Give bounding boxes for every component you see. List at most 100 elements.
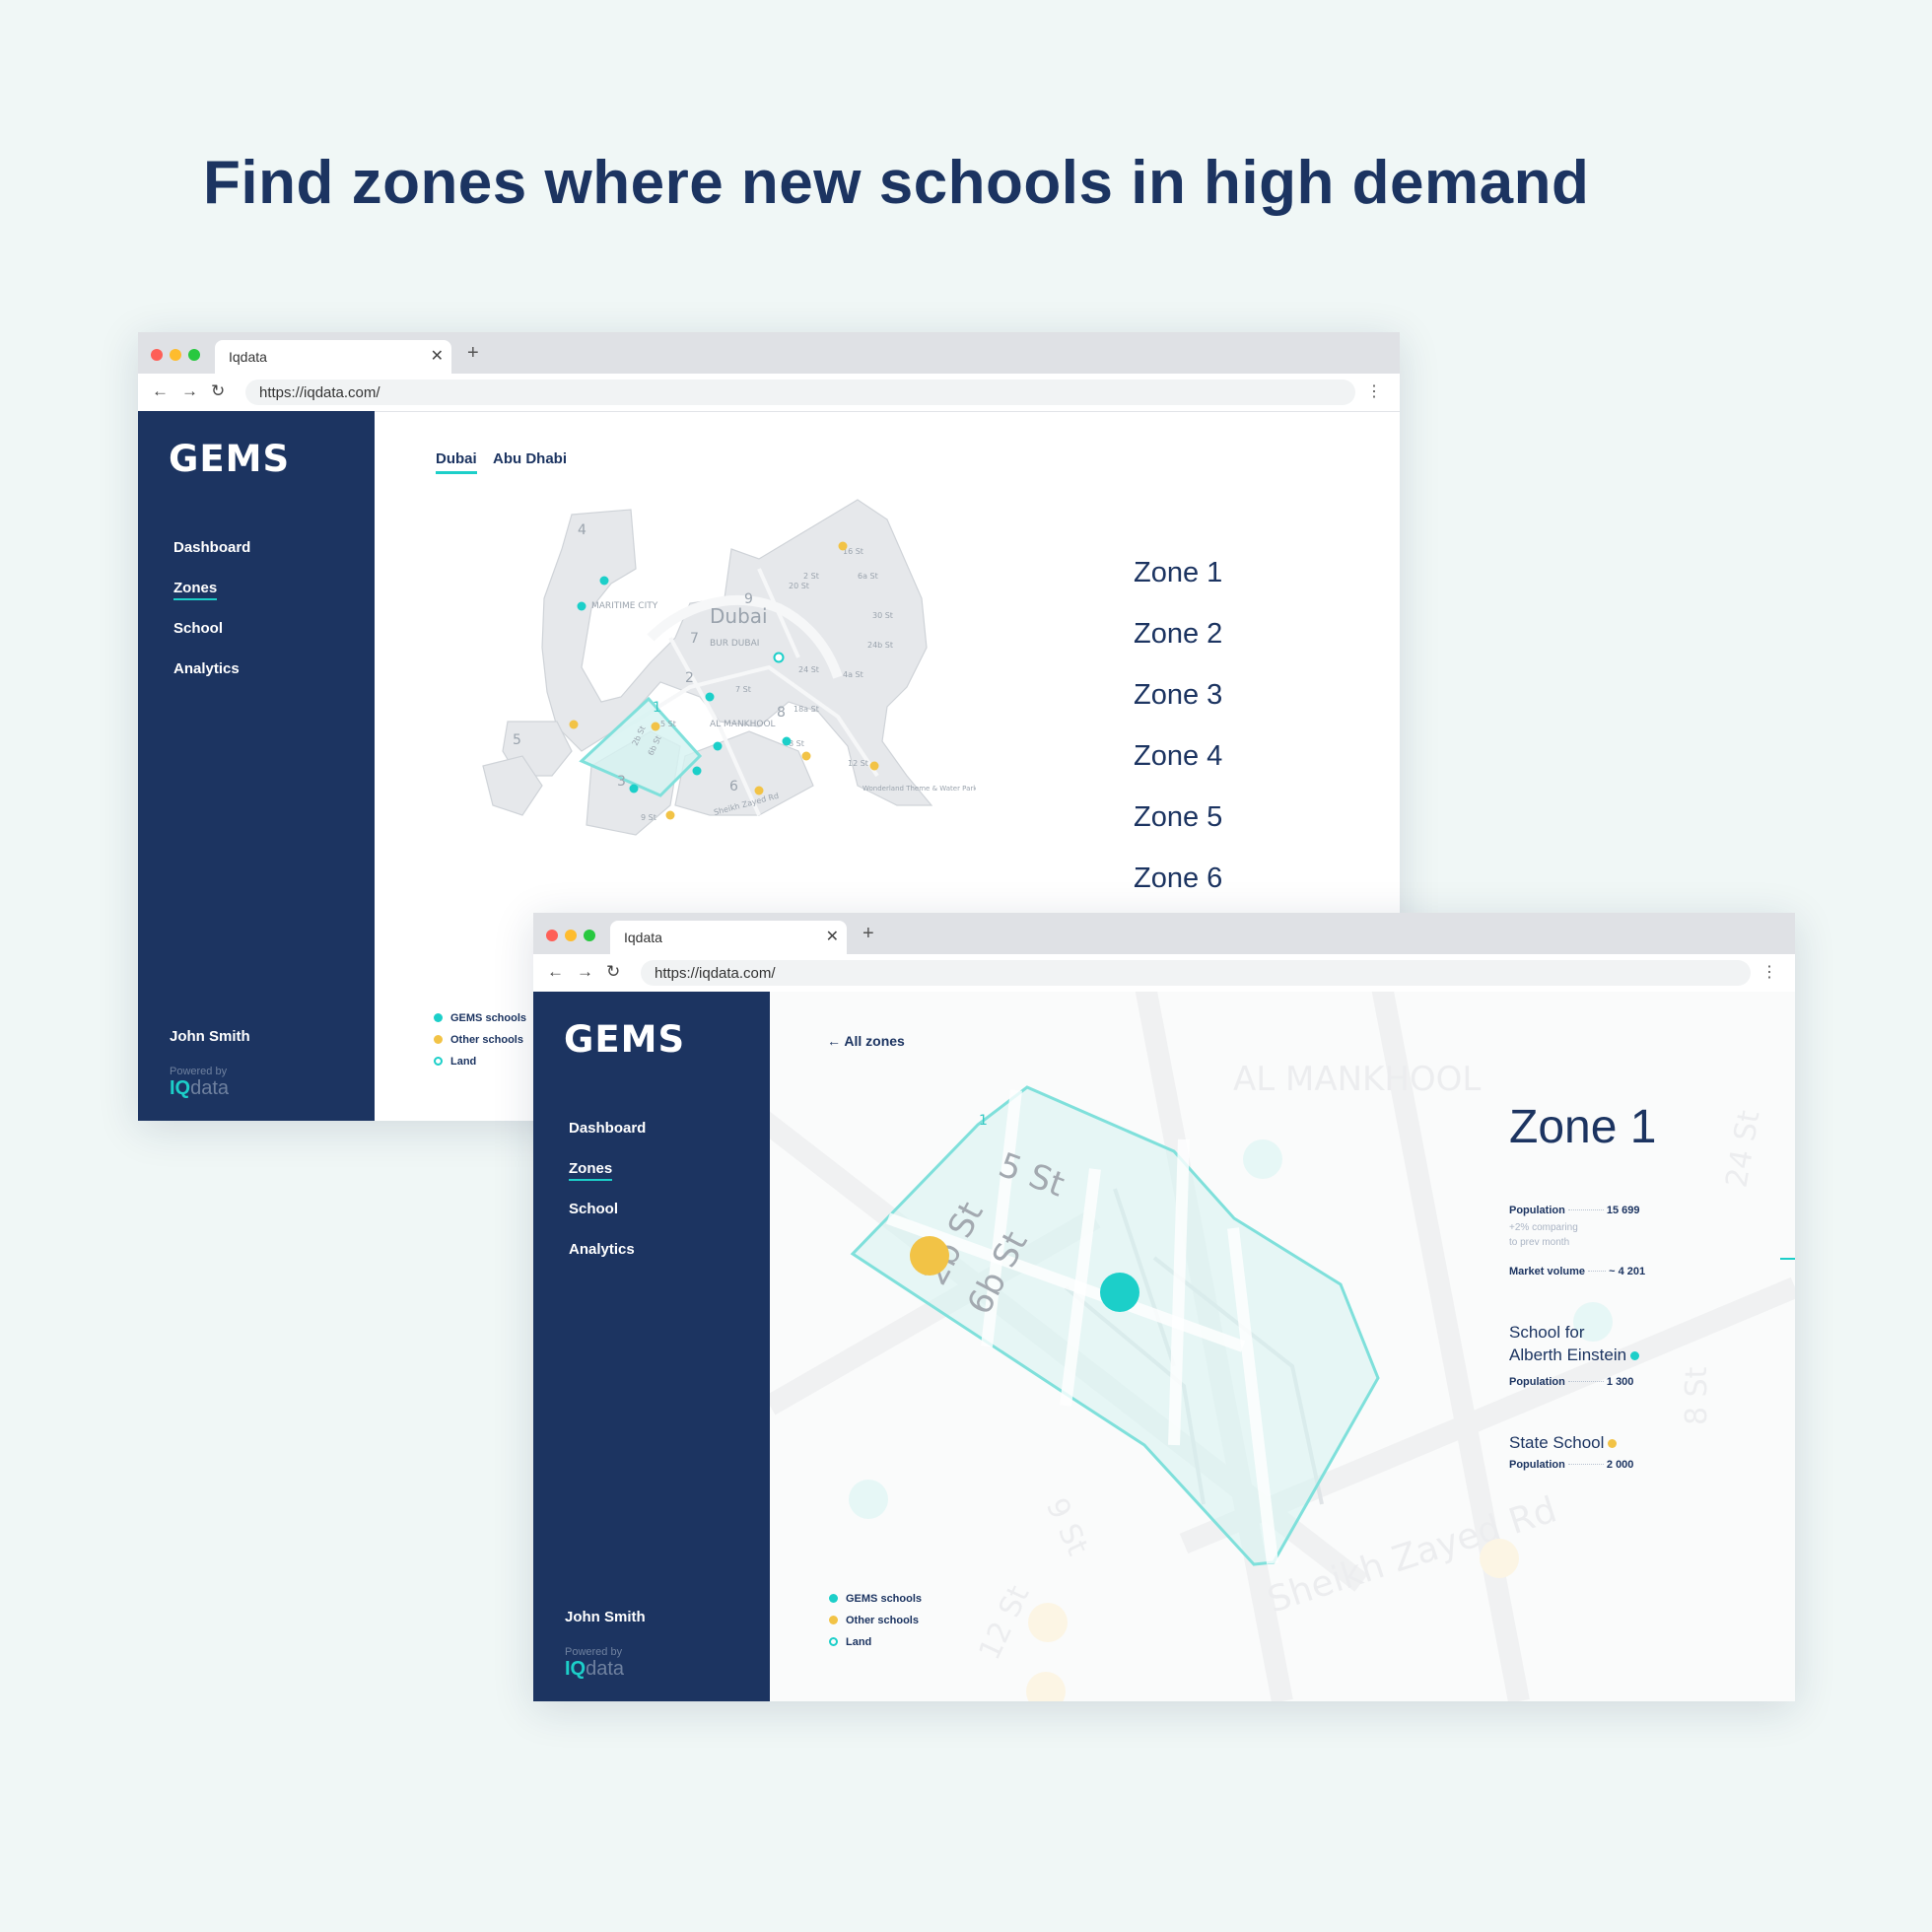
close-icon[interactable]: ✕ bbox=[826, 927, 839, 946]
close-window-dot[interactable] bbox=[151, 349, 163, 361]
other-school-marker[interactable] bbox=[801, 751, 811, 761]
legend-label: GEMS schools bbox=[450, 1012, 527, 1024]
map-street-label: 9 St bbox=[641, 813, 656, 822]
other-dot-icon bbox=[1608, 1439, 1618, 1448]
map-street-label: 6a St bbox=[858, 572, 878, 581]
map-street-label: 4a St bbox=[843, 670, 863, 679]
other-school-marker[interactable] bbox=[569, 720, 579, 729]
nav-zones[interactable]: Zones bbox=[569, 1160, 613, 1181]
map-street-label: 7 St bbox=[735, 685, 751, 694]
school-state-name[interactable]: State School bbox=[1509, 1431, 1618, 1454]
leader-line bbox=[1567, 1464, 1604, 1465]
map-district-al-mankhool: AL MANKHOOL bbox=[710, 720, 776, 729]
arrow-right-icon[interactable]: → bbox=[181, 381, 198, 401]
zone-list-item-5[interactable]: Zone 5 bbox=[1134, 803, 1222, 832]
gems-school-marker[interactable] bbox=[713, 741, 723, 751]
gems-school-marker[interactable] bbox=[599, 576, 609, 586]
arrow-left-icon[interactable]: ← bbox=[152, 381, 169, 401]
zone-number-marker: 1 bbox=[979, 1113, 988, 1129]
iqdata-brand: IQdata bbox=[565, 1658, 624, 1681]
zone-list-item-4[interactable]: Zone 4 bbox=[1134, 742, 1222, 771]
stat-value: 15 699 bbox=[1606, 1205, 1640, 1216]
tab-title: Iqdata bbox=[229, 349, 267, 365]
new-tab-plus-icon[interactable]: + bbox=[467, 342, 479, 365]
arrow-right-icon[interactable]: → bbox=[577, 962, 593, 982]
map-street-label: 2 St bbox=[803, 572, 819, 581]
nav-school[interactable]: School bbox=[569, 1201, 646, 1219]
gems-school-marker[interactable] bbox=[1100, 1273, 1139, 1312]
note-line: +2% comparing bbox=[1509, 1222, 1578, 1233]
minimize-window-dot[interactable] bbox=[565, 930, 577, 941]
new-tab-plus-icon[interactable]: + bbox=[862, 923, 874, 945]
gems-dot-icon bbox=[434, 1013, 443, 1022]
nav-analytics[interactable]: Analytics bbox=[569, 1241, 646, 1260]
legend-gems: GEMS schools bbox=[829, 1593, 922, 1606]
svg-text:GEMS: GEMS bbox=[564, 1021, 685, 1057]
school-einstein-name[interactable]: School for Alberth Einstein bbox=[1509, 1321, 1640, 1366]
stat-label: Population bbox=[1509, 1459, 1565, 1471]
zone-list-item-6[interactable]: Zone 6 bbox=[1134, 864, 1222, 893]
nav-school[interactable]: School bbox=[173, 620, 250, 639]
gems-school-marker[interactable] bbox=[782, 736, 792, 746]
map-street-label: 30 St bbox=[872, 611, 893, 620]
market-volume-stat: Market volume ~ 4 201 bbox=[1509, 1266, 1645, 1277]
zone-list-item-2[interactable]: Zone 2 bbox=[1134, 620, 1222, 649]
browser-toolbar: ← → ↻ https://iqdata.com/ ⋮ bbox=[533, 954, 1795, 993]
map-street-label: 24 St bbox=[798, 665, 819, 674]
user-name[interactable]: John Smith bbox=[565, 1609, 646, 1625]
maximize-window-dot[interactable] bbox=[188, 349, 200, 361]
other-school-marker[interactable] bbox=[754, 786, 764, 795]
kebab-menu-icon[interactable]: ⋮ bbox=[1366, 381, 1382, 401]
stat-label: Population bbox=[1509, 1376, 1565, 1388]
reload-icon[interactable]: ↻ bbox=[606, 962, 620, 982]
gems-school-marker[interactable] bbox=[629, 784, 639, 794]
nav-dashboard[interactable]: Dashboard bbox=[569, 1120, 646, 1138]
other-school-marker[interactable] bbox=[838, 541, 848, 551]
close-window-dot[interactable] bbox=[546, 930, 558, 941]
other-school-marker[interactable] bbox=[869, 761, 879, 771]
address-bar[interactable]: https://iqdata.com/ bbox=[245, 380, 1355, 405]
bg-street-label: 24 St bbox=[1719, 1108, 1766, 1191]
browser-window-zone-detail: Iqdata ✕ + ← → ↻ https://iqdata.com/ ⋮ G… bbox=[533, 913, 1795, 1701]
stat-label: Population bbox=[1509, 1205, 1565, 1216]
land-ring-icon bbox=[434, 1057, 443, 1066]
tab-dubai[interactable]: Dubai bbox=[436, 450, 477, 474]
minimize-window-dot[interactable] bbox=[170, 349, 181, 361]
browser-tab[interactable]: Iqdata ✕ bbox=[610, 921, 847, 954]
zone-list-item-3[interactable]: Zone 3 bbox=[1134, 681, 1222, 710]
reload-icon[interactable]: ↻ bbox=[211, 381, 225, 401]
maximize-window-dot[interactable] bbox=[584, 930, 595, 941]
kebab-menu-icon[interactable]: ⋮ bbox=[1761, 962, 1777, 982]
close-icon[interactable]: ✕ bbox=[431, 346, 444, 366]
faded-other-marker bbox=[1026, 1672, 1066, 1701]
zone-list-item-1[interactable]: Zone 1 bbox=[1134, 559, 1222, 587]
map-street-label: 20 St bbox=[789, 582, 809, 590]
arrow-left-icon[interactable]: ← bbox=[547, 962, 564, 982]
nav-analytics[interactable]: Analytics bbox=[173, 660, 250, 679]
scroll-indicator[interactable] bbox=[1780, 1258, 1795, 1260]
other-school-marker[interactable] bbox=[910, 1236, 949, 1276]
land-marker[interactable] bbox=[773, 652, 785, 663]
tab-abu-dhabi[interactable]: Abu Dhabi bbox=[493, 450, 567, 471]
legend-label: Other schools bbox=[450, 1034, 523, 1046]
svg-text:GEMS: GEMS bbox=[169, 441, 290, 476]
user-name[interactable]: John Smith bbox=[170, 1028, 250, 1045]
map-street-label: 18a St bbox=[794, 705, 819, 714]
nav-zones[interactable]: Zones bbox=[173, 580, 218, 600]
gems-school-marker[interactable] bbox=[705, 692, 715, 702]
all-zones-link[interactable]: ← All zones bbox=[827, 1033, 905, 1049]
nav-dashboard[interactable]: Dashboard bbox=[173, 539, 250, 558]
map-zone-number-5: 5 bbox=[513, 732, 521, 748]
address-bar[interactable]: https://iqdata.com/ bbox=[641, 960, 1751, 986]
bg-district-label: AL MANKHOOL bbox=[1233, 1060, 1481, 1099]
stat-label: Market volume bbox=[1509, 1266, 1586, 1277]
brand-suffix: data bbox=[586, 1658, 625, 1680]
gems-logo: GEMS bbox=[564, 1018, 702, 1062]
other-school-marker[interactable] bbox=[651, 722, 660, 731]
legend-other: Other schools bbox=[829, 1615, 922, 1627]
other-school-marker[interactable] bbox=[665, 810, 675, 820]
zone-list: Zone 1 Zone 2 Zone 3 Zone 4 Zone 5 Zone … bbox=[1134, 559, 1222, 926]
browser-tab[interactable]: Iqdata ✕ bbox=[215, 340, 451, 374]
gems-school-marker[interactable] bbox=[577, 601, 586, 611]
gems-school-marker[interactable] bbox=[692, 766, 702, 776]
